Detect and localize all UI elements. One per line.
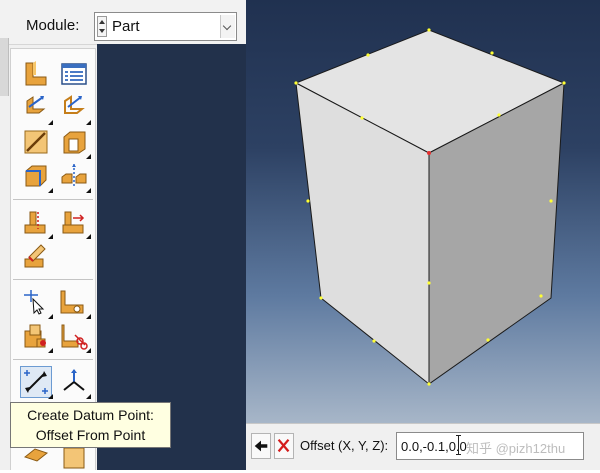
create-shell-icon[interactable]: [59, 93, 91, 125]
toolbox-divider: [13, 199, 93, 200]
module-select[interactable]: Part: [94, 12, 237, 41]
partition-face-icon[interactable]: [21, 207, 53, 239]
tooltip: Create Datum Point: Offset From Point: [10, 402, 171, 448]
module-select-value: Part: [112, 18, 140, 35]
tooltip-line-2: Offset From Point: [35, 427, 146, 443]
chevron-down-icon[interactable]: [220, 15, 235, 38]
close-icon: [277, 438, 290, 453]
prompt-bar: Offset (X, Y, Z): 知乎 @pizh12thu: [246, 423, 600, 470]
partition-edge-icon[interactable]: [59, 207, 91, 239]
remove-face-icon[interactable]: [59, 321, 91, 353]
create-solid-extrude-icon[interactable]: [21, 93, 53, 125]
module-spinner[interactable]: [97, 16, 107, 37]
spin-up-icon[interactable]: [99, 20, 105, 24]
toolbox-divider: [13, 359, 93, 360]
create-datum-point-offset-icon[interactable]: [20, 366, 53, 399]
create-part-icon[interactable]: [21, 59, 51, 89]
toolbox-divider: [13, 279, 93, 280]
create-datum-axis-icon[interactable]: [59, 287, 91, 319]
create-round-fillet-icon[interactable]: [21, 161, 53, 193]
spin-down-icon[interactable]: [99, 29, 105, 33]
create-datum-point-icon[interactable]: [21, 287, 53, 319]
back-button[interactable]: [251, 433, 271, 459]
viewport[interactable]: [246, 0, 600, 423]
partition-cell-icon[interactable]: [21, 241, 51, 271]
watermark: 知乎 @pizh12thu: [466, 441, 566, 456]
tooltip-line-1: Create Datum Point:: [27, 407, 154, 423]
selected-point[interactable]: [427, 151, 431, 155]
back-arrow-icon: [254, 440, 268, 452]
offset-label: Offset (X, Y, Z):: [300, 438, 389, 453]
cancel-button[interactable]: [274, 433, 294, 459]
create-wire-icon[interactable]: [21, 127, 51, 157]
part-box-model[interactable]: [246, 0, 600, 423]
module-label: Module:: [26, 17, 80, 34]
mirror-icon[interactable]: [59, 161, 91, 193]
text-cursor-icon: [456, 435, 461, 455]
model-tree-tab[interactable]: [0, 38, 9, 96]
left-panel: Module: Part Create Datum Point: Offset …: [0, 0, 246, 470]
create-cut-extrude-icon[interactable]: [59, 127, 91, 159]
repair-icon[interactable]: [21, 321, 53, 353]
create-datum-csys-icon[interactable]: [59, 367, 91, 399]
module-bar: Module: Part: [0, 0, 246, 45]
part-manager-icon[interactable]: [59, 59, 89, 89]
